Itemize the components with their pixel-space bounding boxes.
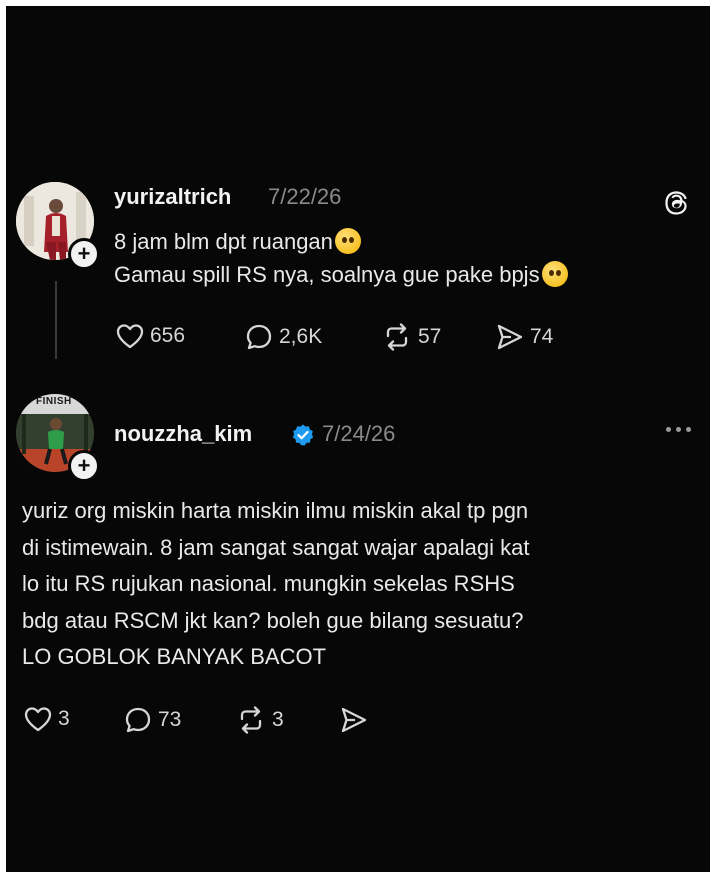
reply-repost-count: 3 [272, 708, 284, 731]
reply-username[interactable]: nouzzha_kim [114, 421, 252, 447]
verified-badge-icon [292, 424, 314, 446]
post-repost-button[interactable]: 57 [382, 323, 441, 351]
reply-like-button[interactable]: 3 [24, 706, 70, 732]
reply-line-3: lo itu RS rujukan nasional. mungkin seke… [22, 571, 515, 596]
post-line-1: 8 jam blm dpt ruangan [114, 225, 704, 258]
post-line-1-text: 8 jam blm dpt ruangan [114, 229, 333, 254]
send-icon [341, 707, 367, 733]
avatar-finish-banner: FINISH [36, 396, 72, 407]
reply-date: 7/24/26 [322, 421, 396, 446]
send-icon [497, 324, 523, 350]
heart-icon [24, 707, 52, 732]
comment-bubble-icon [246, 324, 272, 350]
more-options-icon[interactable] [666, 427, 691, 432]
repost-icon [386, 323, 408, 351]
post-like-button[interactable]: 656 [116, 323, 185, 349]
post-line-2: Gamau spill RS nya, soalnya gue pake bpj… [114, 258, 704, 291]
post-share-count: 74 [530, 325, 554, 348]
threads-screenshot: + yurizaltrich 7/22/26 8 jam blm dpt rua… [6, 6, 710, 872]
post-like-count: 656 [150, 324, 186, 347]
follow-plus-button[interactable]: + [68, 450, 100, 482]
reply-body: yuriz org miskin harta miskin ilmu miski… [22, 493, 702, 676]
crying-face-emoji [334, 228, 361, 254]
comment-bubble-icon [125, 707, 151, 733]
reply-line-4: bdg atau RSCM jkt kan? boleh gue bilang … [22, 607, 524, 633]
reply-line-1: yuriz org miskin harta miskin ilmu miski… [22, 498, 529, 523]
reply-comment-count: 73 [158, 708, 182, 731]
thread-connector-line [55, 281, 57, 359]
post-line-2-text: Gamau spill RS nya, soalnya gue pake bpj… [114, 262, 540, 287]
reply-line-2: di istimewain. 8 jam sangat sangat wajar… [22, 534, 530, 560]
pleading-face-emoji [541, 261, 568, 287]
post-repost-count: 57 [418, 325, 442, 348]
threads-logo-icon[interactable] [661, 187, 691, 217]
post-share-button[interactable]: 74 [496, 323, 553, 351]
reply-repost-button[interactable]: 3 [236, 706, 284, 734]
repost-icon [240, 706, 262, 734]
post-body: 8 jam blm dpt ruangan Gamau spill RS nya… [114, 225, 704, 291]
post-date: 7/22/26 [268, 184, 342, 209]
reply-share-button[interactable] [340, 706, 368, 734]
reply-comment-button[interactable]: 73 [124, 706, 181, 734]
post-comment-button[interactable]: 2,6K [245, 323, 322, 351]
reply-line-5: LO GOBLOK BANYAK BACOT [22, 644, 327, 669]
heart-icon [116, 324, 144, 349]
post-username[interactable]: yurizaltrich [114, 184, 231, 210]
follow-plus-button[interactable]: + [68, 238, 100, 270]
post-comment-count: 2,6K [279, 325, 323, 348]
reply-like-count: 3 [58, 707, 70, 730]
